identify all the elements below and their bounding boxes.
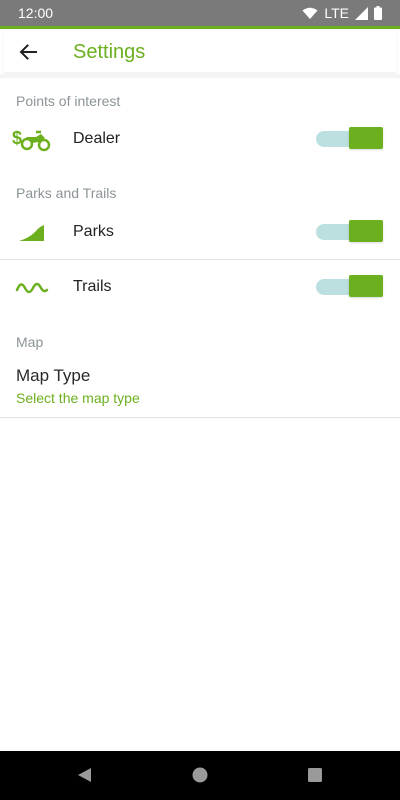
dealer-toggle[interactable] xyxy=(316,127,384,151)
section-header-points-of-interest: Points of interest xyxy=(16,93,121,109)
svg-text:$: $ xyxy=(12,128,22,148)
settings-screen: 12:00 LTE Settings Points of interest $ … xyxy=(0,0,400,800)
signal-icon xyxy=(355,6,368,20)
section-header-parks-and-trails: Parks and Trails xyxy=(16,185,117,201)
setting-row-trails[interactable]: Trails xyxy=(0,260,400,314)
arrow-left-icon xyxy=(19,44,37,60)
parks-icon xyxy=(12,217,52,247)
trails-toggle[interactable] xyxy=(316,275,384,299)
setting-label-parks: Parks xyxy=(73,223,114,240)
navigation-bar xyxy=(0,751,400,800)
page-title: Settings xyxy=(73,40,146,63)
map-type-setting[interactable] xyxy=(0,356,400,416)
nav-home-button[interactable] xyxy=(190,765,210,785)
trails-icon xyxy=(12,272,52,302)
nav-recents-button[interactable] xyxy=(305,765,325,785)
setting-row-dealer[interactable]: $ Dealer xyxy=(0,112,400,166)
setting-row-parks[interactable]: Parks xyxy=(0,205,400,259)
app-bar-divider xyxy=(0,74,400,78)
map-type-title: Map Type xyxy=(16,366,91,385)
map-type-subtitle: Select the map type xyxy=(16,390,140,406)
status-icons: LTE xyxy=(302,5,382,21)
section-header-map: Map xyxy=(16,334,44,350)
nav-back-button[interactable] xyxy=(75,765,95,785)
dealer-motorcycle-icon: $ xyxy=(12,124,52,154)
toggle-thumb xyxy=(349,275,383,297)
setting-label-trails: Trails xyxy=(73,278,112,295)
circle-home-icon xyxy=(192,767,208,783)
parks-toggle[interactable] xyxy=(316,220,384,244)
status-time: 12:00 xyxy=(18,5,54,21)
back-button[interactable] xyxy=(4,32,52,72)
square-recents-icon xyxy=(308,768,322,782)
status-bar: 12:00 LTE xyxy=(0,0,400,26)
toggle-thumb xyxy=(349,127,383,149)
app-bar: Settings xyxy=(4,32,396,72)
battery-icon xyxy=(374,6,382,20)
triangle-back-icon xyxy=(78,768,91,782)
setting-label-dealer: Dealer xyxy=(73,130,121,147)
divider xyxy=(0,417,400,418)
status-accent-line xyxy=(0,26,400,29)
wifi-icon xyxy=(302,7,318,19)
toggle-thumb xyxy=(349,220,383,242)
network-type: LTE xyxy=(324,5,349,21)
